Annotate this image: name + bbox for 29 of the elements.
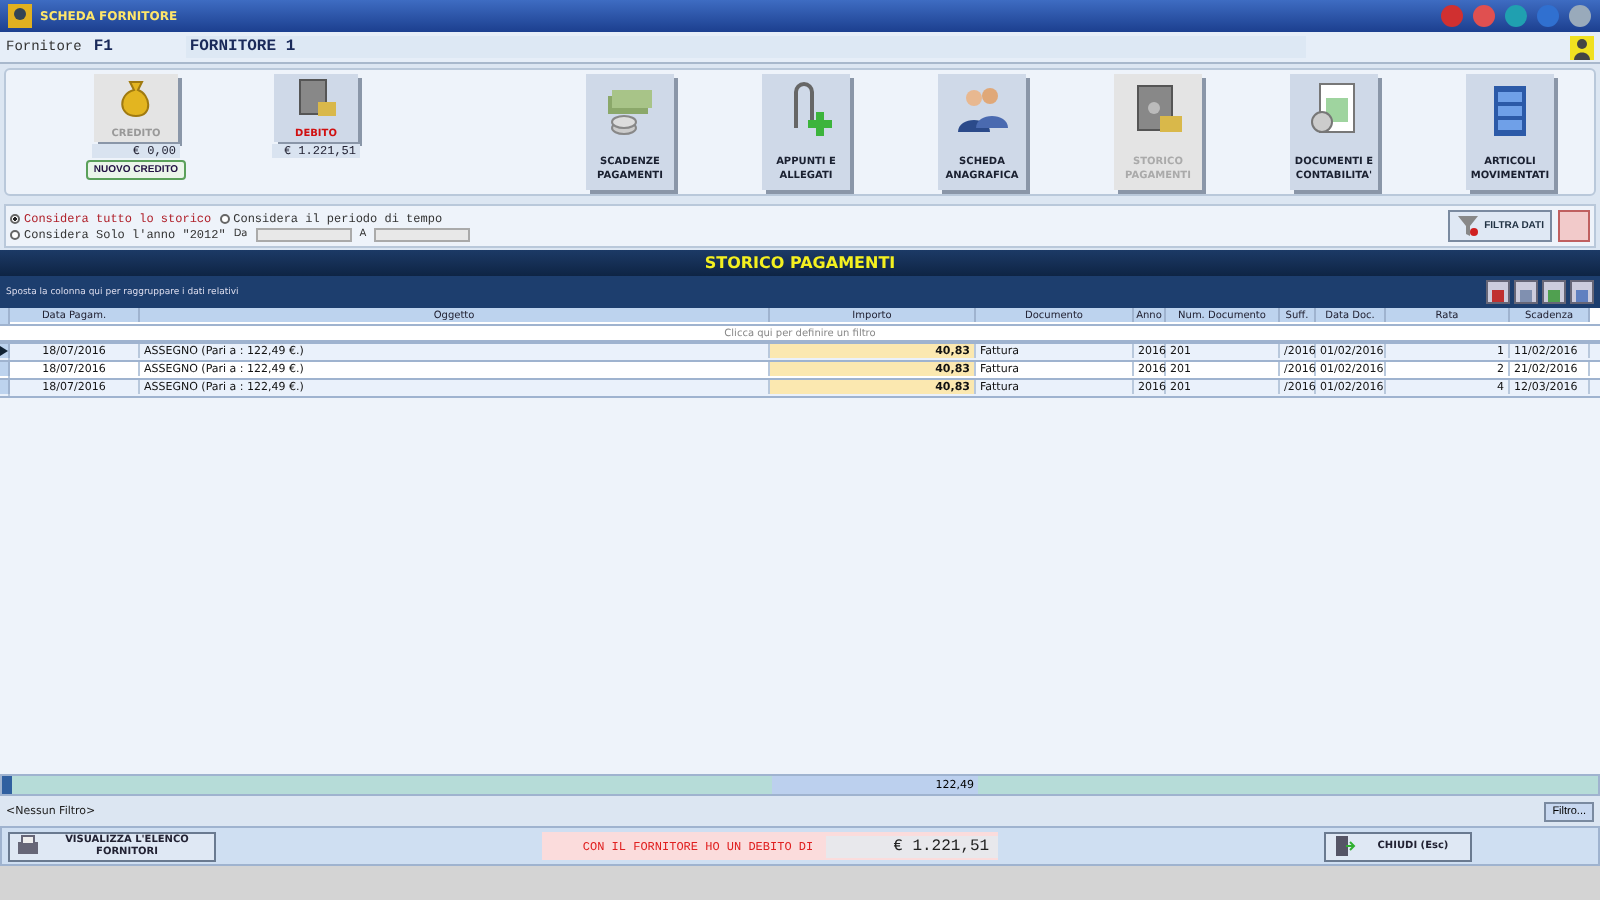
- square-icon: [1488, 286, 1508, 306]
- exit-door-icon: [1332, 834, 1356, 858]
- grid-tool-button[interactable]: [1514, 280, 1538, 304]
- grid-title: STORICO PAGAMENTI: [0, 250, 1600, 276]
- person-icon[interactable]: [1570, 35, 1594, 59]
- title-bar-circle-icon[interactable]: [1504, 4, 1528, 28]
- from-date-field[interactable]: [255, 227, 352, 241]
- grid-tool-button[interactable]: [1570, 280, 1594, 304]
- row-indicator[interactable]: [0, 344, 10, 358]
- row-marker: [2, 776, 12, 794]
- title-bar-circle-icon[interactable]: [1440, 4, 1464, 28]
- app-logo-icon: [8, 4, 32, 28]
- funnel-icon: [1456, 214, 1481, 238]
- safe-icon: [294, 76, 338, 120]
- title-bar-circle-icon[interactable]: [1536, 4, 1560, 28]
- title-bar-circle-icon[interactable]: [1568, 4, 1592, 28]
- supplier-code: F1: [93, 38, 115, 56]
- eraser-button[interactable]: [1558, 210, 1590, 242]
- supplier-name: FORNITORE 1: [185, 36, 1306, 58]
- grid-tool-button[interactable]: [1486, 280, 1510, 304]
- printer-icon: [16, 834, 40, 858]
- row-pointer-icon: [0, 346, 8, 356]
- to-date-field[interactable]: [374, 227, 471, 241]
- square-icon: [1572, 286, 1592, 306]
- grid-tool-button[interactable]: [1542, 280, 1566, 304]
- square-icon: [1544, 286, 1564, 306]
- square-icon: [1516, 286, 1536, 306]
- title-bar-circle-icon[interactable]: [1472, 4, 1496, 28]
- debt-amount: € 1.221,51: [825, 835, 998, 857]
